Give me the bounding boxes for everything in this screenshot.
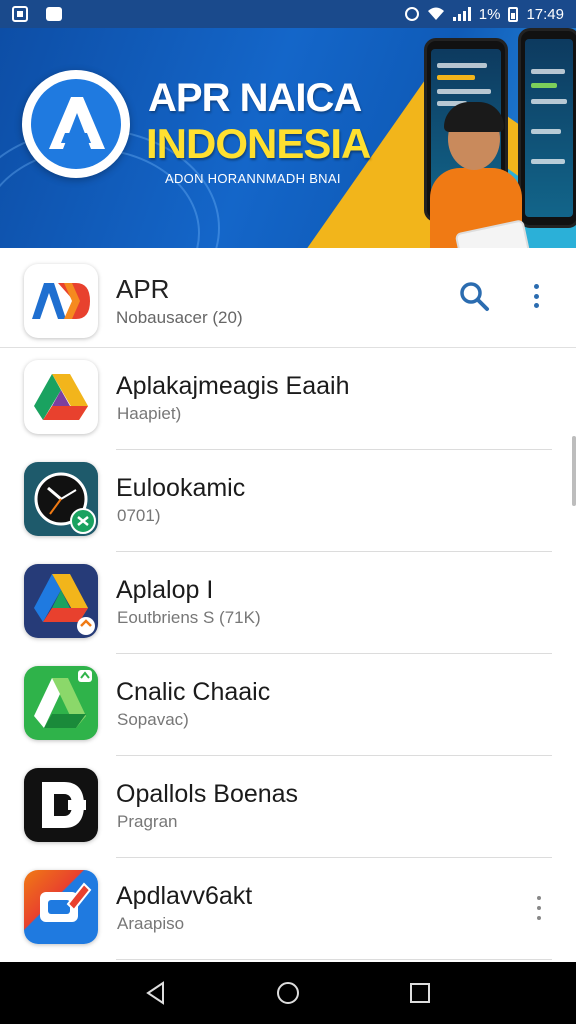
divider [116, 959, 552, 960]
list-item[interactable]: Eulookamic 0701) [0, 450, 576, 552]
app-detail: Pragran [117, 812, 178, 831]
banner-subtitle: ADON HORANNMADH BNAI [165, 171, 341, 186]
app-title: APR [116, 274, 170, 304]
list-item[interactable]: Aplalop I Eoutbriens S (71K) [0, 552, 576, 654]
screenshot-notification-icon [12, 6, 28, 22]
more-dot-icon [537, 906, 541, 910]
app-detail: Araapiso [117, 914, 185, 933]
banner-title-highlight: INDONESIA [146, 120, 371, 167]
back-button[interactable] [136, 973, 176, 1013]
more-dot-icon [537, 916, 541, 920]
home-button[interactable] [268, 973, 308, 1013]
app-detail: Haapiet) [117, 404, 182, 423]
home-circle-icon [277, 982, 299, 1004]
clock-icon [24, 462, 98, 536]
item-overflow-button[interactable] [534, 896, 544, 920]
app-detail: Eoutbriens S (71K) [117, 608, 261, 627]
list-item[interactable]: Cnalic Chaaic Sopavac) [0, 654, 576, 756]
app-name: Cnalic Chaaic [116, 678, 271, 706]
app-subtitle: Nobausacer (20) [116, 308, 243, 327]
list-item[interactable]: Opallols Boenas Pragran [0, 756, 576, 858]
signal-icon [452, 7, 471, 21]
recents-square-icon [410, 983, 430, 1003]
message-notification-icon [46, 7, 62, 21]
battery-icon [508, 6, 519, 22]
list-item[interactable]: Apdlavv6akt Araapiso [0, 858, 576, 960]
back-triangle-icon [146, 981, 164, 1005]
promo-banner[interactable]: APR NAICA INDONESIA ADON HORANNMADH BNAI [0, 28, 576, 248]
app-name: Aplalop I [116, 576, 214, 604]
app-list: Aplakajmeagis Eaaih Haapiet) Eulookamic … [0, 348, 576, 960]
system-nav-bar [0, 962, 576, 1024]
app-name: Apdlavv6akt [116, 882, 253, 910]
more-dot-icon [533, 293, 539, 299]
banner-logo [22, 70, 130, 178]
more-dot-icon [537, 896, 541, 900]
wifi-icon [427, 7, 444, 20]
banner-title: APR NAICA [148, 76, 362, 120]
drive-triangle-icon [24, 360, 98, 434]
more-dot-icon [533, 284, 539, 289]
more-dot-icon [533, 303, 539, 308]
app-name: Eulookamic [116, 474, 246, 502]
list-item[interactable]: Aplakajmeagis Eaaih Haapiet) [0, 348, 576, 450]
edit-square-icon [24, 870, 98, 944]
search-icon [460, 282, 489, 311]
clock-time: 17:49 [526, 5, 564, 23]
phone-mockup [518, 28, 576, 228]
drive-triangle-icon [24, 666, 98, 740]
scrollbar[interactable] [572, 436, 576, 506]
status-bar: 1% 17:49 [0, 0, 576, 28]
overflow-menu-button[interactable] [524, 280, 548, 312]
app-name: Opallols Boenas [116, 780, 299, 808]
battery-percent: 1% [478, 5, 501, 23]
app-detail: 0701) [117, 506, 161, 525]
alarm-icon [404, 7, 419, 21]
app-name: Aplakajmeagis Eaaih [116, 372, 350, 400]
drive-triangle-icon [24, 564, 98, 638]
letter-d-icon [24, 768, 98, 842]
recents-button[interactable] [400, 973, 440, 1013]
apr-logo-icon [24, 264, 98, 338]
app-header: APR Nobausacer (20) [0, 248, 576, 348]
logo-a-icon [49, 97, 105, 149]
app-detail: Sopavac) [117, 710, 189, 729]
search-button[interactable] [456, 278, 492, 314]
